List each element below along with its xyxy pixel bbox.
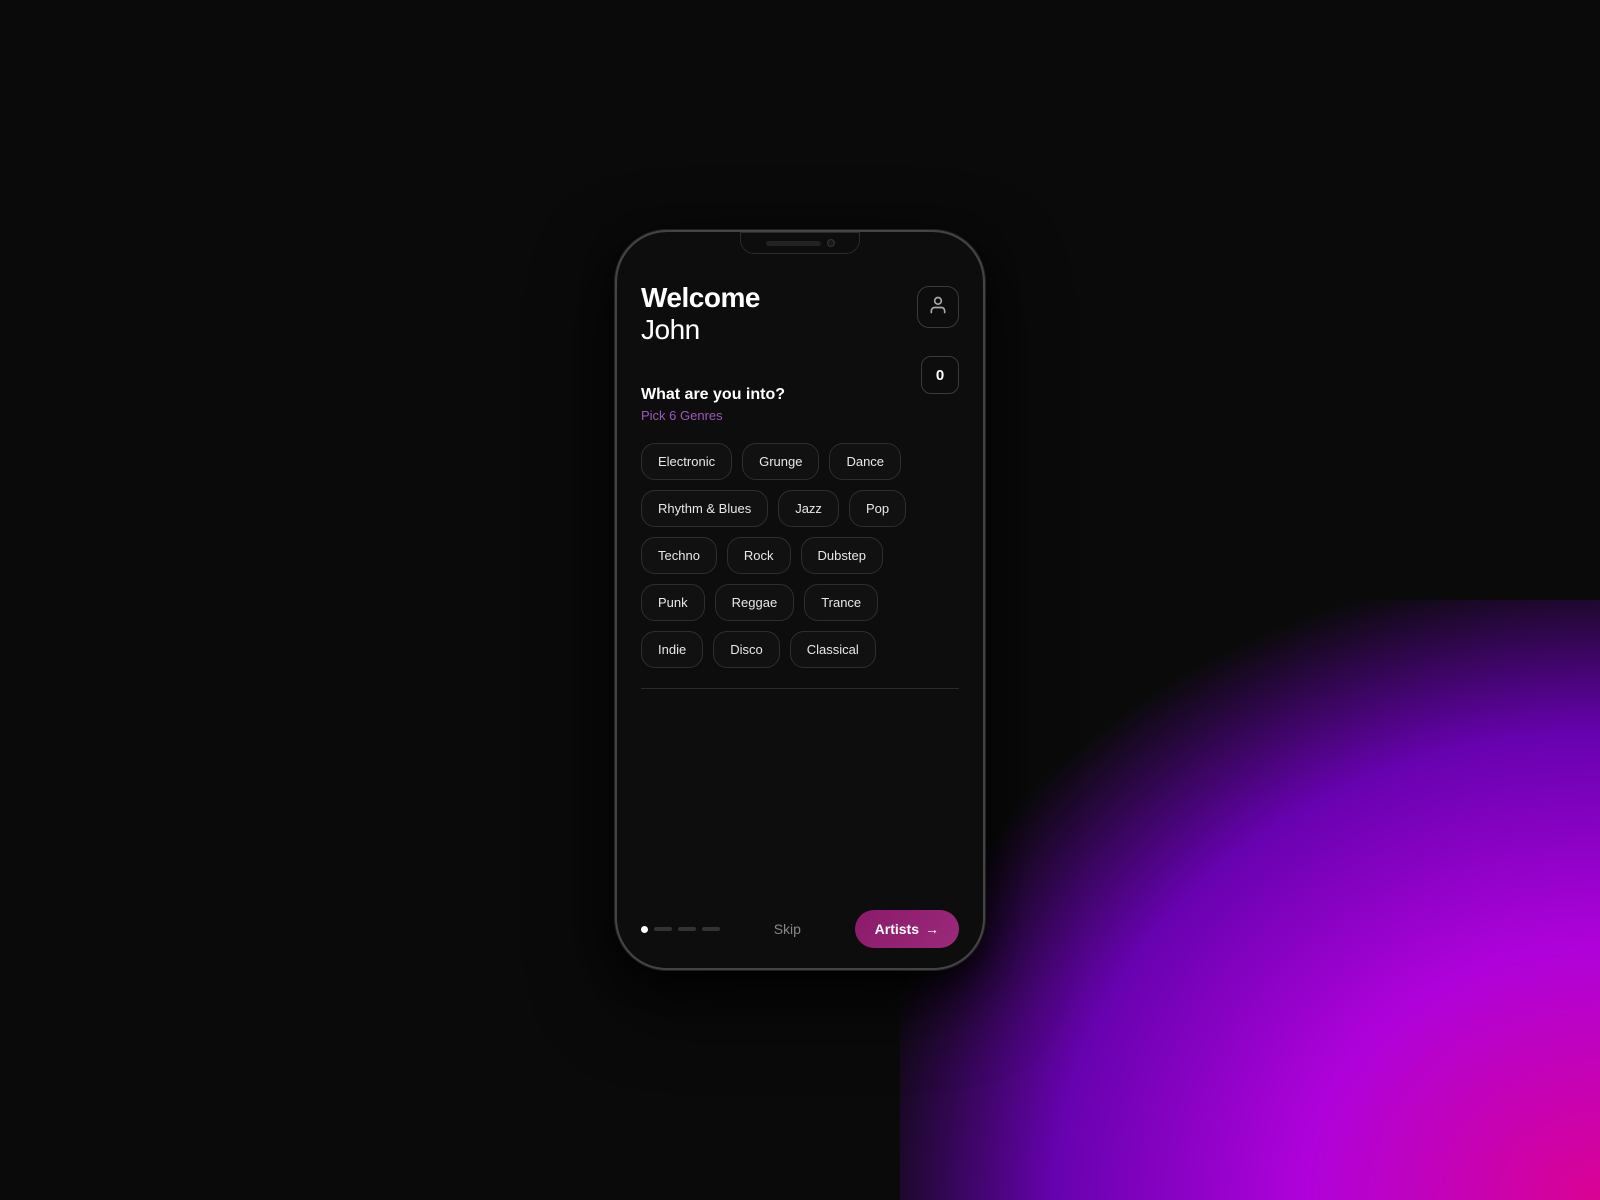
screen-content: Welcome John: [617, 272, 983, 896]
welcome-text: Welcome John: [641, 282, 760, 346]
genre-grunge[interactable]: Grunge: [742, 443, 819, 480]
dot-4: [702, 927, 720, 931]
section-header: What are you into? Pick 6 Genres 0: [641, 386, 959, 423]
artists-button[interactable]: Artists →: [855, 910, 959, 948]
genre-punk[interactable]: Punk: [641, 584, 705, 621]
header-row: Welcome John: [641, 282, 959, 346]
notch: [740, 232, 860, 254]
artists-label: Artists: [875, 921, 919, 937]
genre-row-2: Rhythm & Blues Jazz Pop: [641, 490, 959, 527]
section-text: What are you into? Pick 6 Genres: [641, 386, 785, 423]
genre-row-4: Punk Reggae Trance: [641, 584, 959, 621]
genre-pop[interactable]: Pop: [849, 490, 906, 527]
genre-row-3: Techno Rock Dubstep: [641, 537, 959, 574]
genre-trance[interactable]: Trance: [804, 584, 878, 621]
profile-button[interactable]: [917, 286, 959, 328]
phone-wrapper: Welcome John: [615, 230, 985, 970]
genre-dance[interactable]: Dance: [829, 443, 901, 480]
genres-grid: Electronic Grunge Dance Rhythm & Blues J…: [641, 443, 959, 668]
genre-dubstep[interactable]: Dubstep: [801, 537, 883, 574]
section-question: What are you into?: [641, 386, 785, 404]
genre-rock[interactable]: Rock: [727, 537, 791, 574]
genre-classical[interactable]: Classical: [790, 631, 876, 668]
counter-badge: 0: [921, 356, 959, 394]
notch-area: [617, 232, 983, 272]
front-camera: [827, 239, 835, 247]
pagination-dots: [641, 926, 720, 933]
genre-electronic[interactable]: Electronic: [641, 443, 732, 480]
dot-1: [641, 926, 648, 933]
section-subtitle: Pick 6 Genres: [641, 408, 785, 423]
arrow-icon: →: [925, 921, 939, 937]
genre-row-5: Indie Disco Classical: [641, 631, 959, 668]
welcome-label: Welcome: [641, 282, 760, 314]
genre-rhythm-blues[interactable]: Rhythm & Blues: [641, 490, 768, 527]
profile-icon: [928, 295, 948, 320]
user-name: John: [641, 314, 760, 346]
background-gradient: [900, 600, 1600, 1200]
genre-techno[interactable]: Techno: [641, 537, 717, 574]
phone-frame: Welcome John: [615, 230, 985, 970]
phone-screen: Welcome John: [617, 232, 983, 968]
divider: [641, 688, 959, 689]
genre-indie[interactable]: Indie: [641, 631, 703, 668]
dot-2: [654, 927, 672, 931]
genre-reggae[interactable]: Reggae: [715, 584, 795, 621]
genre-row-1: Electronic Grunge Dance: [641, 443, 959, 480]
genre-jazz[interactable]: Jazz: [778, 490, 839, 527]
skip-button[interactable]: Skip: [774, 921, 801, 937]
speaker: [766, 241, 821, 246]
dot-3: [678, 927, 696, 931]
bottom-nav: Skip Artists →: [617, 896, 983, 968]
genre-disco[interactable]: Disco: [713, 631, 780, 668]
